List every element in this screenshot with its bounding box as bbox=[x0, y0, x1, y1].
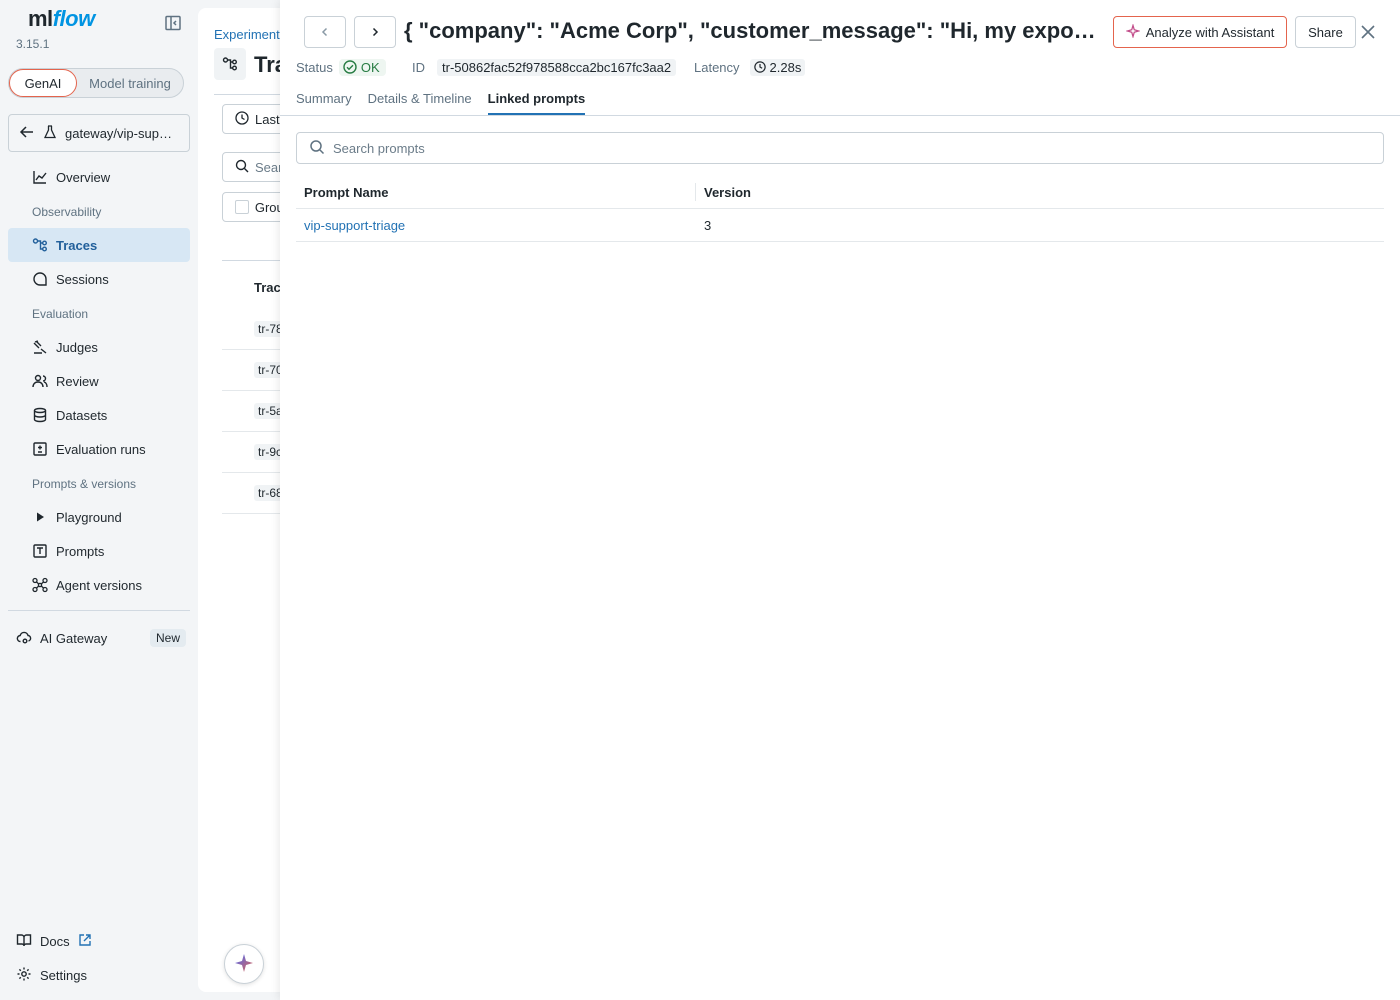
sidebar-item-agent-versions[interactable]: Agent versions bbox=[8, 568, 190, 602]
sidebar-item-prompts[interactable]: Prompts bbox=[8, 534, 190, 568]
trace-detail-drawer: { "company": "Acme Corp", "customer_mess… bbox=[280, 0, 1400, 1000]
clock-icon bbox=[753, 61, 766, 73]
sidebar-item-ai-gateway[interactable]: AI Gateway New bbox=[16, 626, 186, 650]
tab-summary[interactable]: Summary bbox=[296, 86, 352, 116]
chevron-left-icon bbox=[321, 27, 328, 37]
sparkle-icon bbox=[1124, 22, 1141, 41]
table-header: Prompt Name Version bbox=[296, 176, 1384, 209]
users-icon bbox=[32, 373, 48, 389]
chart-line-icon bbox=[32, 169, 48, 185]
gavel-icon bbox=[32, 339, 48, 355]
new-badge: New bbox=[149, 629, 186, 647]
prompt-link[interactable]: vip-support-triage bbox=[304, 218, 405, 233]
collapse-sidebar-icon[interactable] bbox=[164, 14, 184, 34]
checkbox[interactable] bbox=[235, 200, 249, 214]
text-box-icon bbox=[32, 543, 48, 559]
latency-field: Latency 2.28s bbox=[694, 57, 806, 77]
nodes-icon bbox=[32, 577, 48, 593]
docs-link[interactable]: Docs bbox=[16, 932, 92, 951]
drawer-tabs: Summary Details & Timeline Linked prompt… bbox=[296, 86, 585, 116]
external-link-icon bbox=[78, 933, 92, 950]
sidebar-item-datasets[interactable]: Datasets bbox=[8, 398, 190, 432]
mlflow-logo[interactable]: mlflow bbox=[28, 6, 95, 32]
gear-icon bbox=[16, 966, 32, 985]
tab-linked-prompts[interactable]: Linked prompts bbox=[487, 86, 585, 116]
sidebar-item-sessions[interactable]: Sessions bbox=[8, 262, 190, 296]
section-observability: Observability bbox=[32, 205, 102, 219]
previous-trace-button[interactable] bbox=[304, 16, 346, 48]
search-icon bbox=[309, 139, 325, 158]
prompt-version: 3 bbox=[704, 217, 712, 233]
tabs-divider bbox=[280, 115, 1400, 116]
chevron-right-icon bbox=[372, 27, 379, 37]
settings-link[interactable]: Settings bbox=[16, 966, 87, 985]
mode-switch: GenAI Model training bbox=[8, 68, 184, 98]
sparkle-icon bbox=[234, 953, 254, 976]
status-badge: OK bbox=[338, 58, 386, 76]
back-arrow-icon[interactable] bbox=[19, 124, 35, 143]
status-field: Status OK bbox=[296, 57, 386, 77]
version-header: Version bbox=[704, 184, 751, 200]
beaker-icon bbox=[43, 124, 57, 142]
table-row: vip-support-triage 3 bbox=[296, 209, 1384, 242]
trace-title: { "company": "Acme Corp", "customer_mess… bbox=[404, 18, 1104, 43]
traces-icon bbox=[32, 237, 48, 253]
analyze-with-assistant-button[interactable]: Analyze with Assistant bbox=[1113, 16, 1287, 48]
chat-bubble-icon bbox=[32, 271, 48, 287]
linked-prompts-table: Prompt Name Version vip-support-triage 3 bbox=[296, 176, 1384, 242]
id-field: ID tr-50862fac52f978588cca2bc167fc3aa2 bbox=[412, 57, 677, 77]
play-icon bbox=[32, 509, 48, 525]
cloud-icon bbox=[16, 629, 32, 648]
traces-page-icon bbox=[214, 48, 246, 80]
sidebar-item-judges[interactable]: Judges bbox=[8, 330, 190, 364]
mode-model-training[interactable]: Model training bbox=[77, 69, 183, 97]
sidebar-item-traces[interactable]: Traces bbox=[8, 228, 190, 262]
sidebar-item-evaluation-runs[interactable]: Evaluation runs bbox=[8, 432, 190, 466]
mode-genai[interactable]: GenAI bbox=[9, 69, 77, 97]
book-icon bbox=[16, 932, 32, 951]
clock-icon bbox=[235, 110, 249, 128]
assistant-button[interactable] bbox=[224, 944, 264, 984]
version-label: 3.15.1 bbox=[16, 37, 50, 51]
experiment-selector[interactable]: gateway/vip-support-triage bbox=[8, 114, 190, 152]
search-icon bbox=[235, 159, 249, 176]
sidebar-item-overview[interactable]: Overview bbox=[8, 160, 190, 194]
trace-id-value[interactable]: tr-50862fac52f978588cca2bc167fc3aa2 bbox=[437, 58, 677, 76]
latency-badge: 2.28s bbox=[749, 58, 806, 76]
sidebar-item-playground[interactable]: Playground bbox=[8, 500, 190, 534]
share-button[interactable]: Share bbox=[1295, 16, 1356, 48]
tab-details-timeline[interactable]: Details & Timeline bbox=[368, 86, 472, 116]
prompt-name-header: Prompt Name bbox=[296, 183, 696, 201]
close-icon[interactable] bbox=[1358, 22, 1378, 42]
section-evaluation: Evaluation bbox=[32, 307, 89, 321]
search-prompts-input[interactable] bbox=[333, 140, 1383, 156]
section-prompts-versions: Prompts & versions bbox=[32, 477, 137, 491]
sidebar-divider bbox=[8, 610, 190, 611]
database-icon bbox=[32, 407, 48, 423]
next-trace-button[interactable] bbox=[354, 16, 396, 48]
search-prompts-box bbox=[296, 132, 1384, 164]
sidebar: mlflow 3.15.1 GenAI Model training gatew… bbox=[0, 0, 198, 1000]
breadcrumb[interactable]: Experiments bbox=[214, 27, 286, 42]
plus-minus-icon bbox=[32, 441, 48, 457]
experiment-name: gateway/vip-support-triage bbox=[65, 125, 179, 141]
sidebar-item-review[interactable]: Review bbox=[8, 364, 190, 398]
check-circle-icon bbox=[343, 60, 357, 74]
